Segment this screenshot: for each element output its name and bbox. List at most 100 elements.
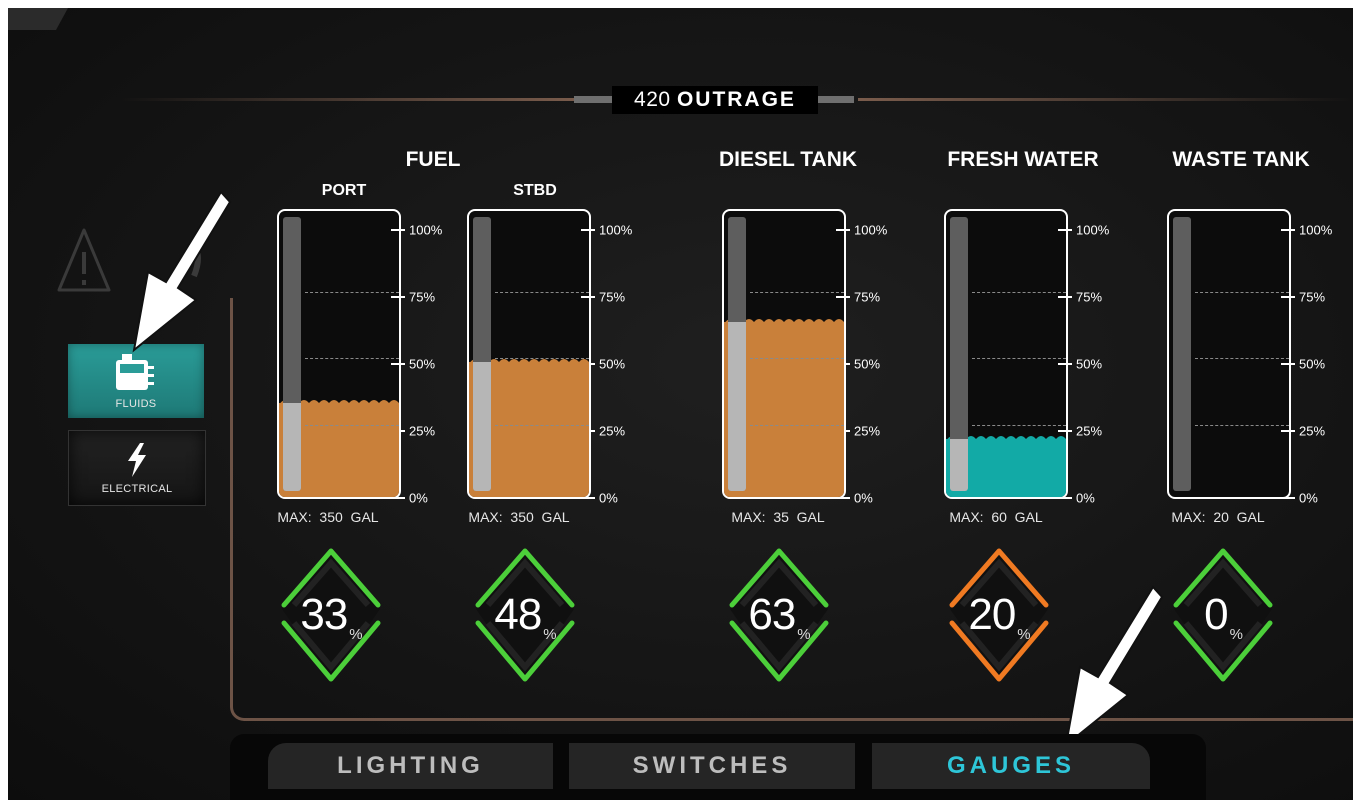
tank-max-capacity: MAX: 35 GAL (731, 509, 825, 525)
tank-scale: 100% 75% 50% 25% 0% (836, 209, 896, 506)
scale-label: 50% (1076, 356, 1103, 372)
level-readout[interactable]: 48% (472, 545, 578, 685)
fluids-label: FLUIDS (115, 398, 157, 410)
percent-symbol: % (543, 626, 556, 643)
percent-symbol: % (349, 626, 362, 643)
scale-label: 75% (1076, 289, 1103, 305)
tank-scale: 100% 75% 50% 25% 0% (581, 209, 641, 506)
tank-5 (1167, 209, 1291, 499)
tank-gridline (972, 291, 1066, 293)
level-value: 33% (278, 590, 384, 643)
level-readout[interactable]: 33% (278, 545, 384, 685)
tank-gridline (495, 358, 589, 359)
annotation-arrow-fluids (132, 190, 232, 353)
tank-level-track-fill (728, 322, 746, 491)
level-value: 48% (472, 590, 578, 643)
tank-2 (467, 209, 591, 499)
scale-label: 100% (1299, 222, 1333, 238)
fuel-group-title: FUEL (405, 148, 461, 171)
scale-label: 25% (1299, 423, 1326, 439)
scale-label: 75% (409, 289, 436, 305)
scale-tick (1281, 430, 1295, 432)
model-number: 420 (634, 88, 671, 111)
electrical-button[interactable]: ELECTRICAL (68, 430, 206, 506)
scale-tick (1281, 363, 1295, 365)
annotation-arrow-gauges (1064, 585, 1164, 748)
scale-label: 25% (1076, 423, 1103, 439)
tab-switches[interactable]: SWITCHES (569, 743, 855, 789)
tab-lighting[interactable]: LIGHTING (268, 743, 553, 789)
scale-tick (581, 497, 595, 499)
level-number: 63 (748, 590, 796, 639)
tank-max-capacity: MAX: 350 GAL (277, 509, 379, 525)
scale-label: 25% (409, 423, 436, 439)
scale-label: 0% (1076, 490, 1095, 506)
tank-gridline (305, 291, 399, 293)
scale-label: 0% (599, 490, 618, 506)
tank-gridline (495, 424, 589, 426)
scale-tick (1058, 363, 1072, 365)
tank-max-capacity: MAX: 60 GAL (949, 509, 1043, 525)
level-value: 0% (1170, 590, 1276, 643)
scale-tick (836, 497, 850, 499)
tank-gridline (305, 424, 399, 426)
title-line-left (118, 98, 578, 101)
title-line-right (858, 98, 1353, 101)
fresh-water-group-title: FRESH WATER (947, 148, 1099, 171)
scale-label: 50% (854, 356, 881, 372)
scale-label: 100% (1076, 222, 1110, 238)
scale-label: 75% (1299, 289, 1326, 305)
level-number: 48 (494, 590, 542, 639)
tank-3 (722, 209, 846, 499)
scale-tick (1281, 229, 1295, 231)
tank-gridline (1195, 291, 1289, 293)
tank-gridline (305, 358, 399, 359)
tank-level-track (1173, 217, 1191, 491)
scale-tick (391, 497, 405, 499)
level-readout[interactable]: 63% (726, 545, 832, 685)
tank-max-capacity: MAX: 20 GAL (1171, 509, 1265, 525)
level-value: 20% (946, 590, 1052, 643)
tank-gridline (495, 291, 589, 293)
port-subtitle: PORT (321, 182, 367, 199)
lightning-bolt-icon (128, 443, 146, 477)
level-number: 0 (1204, 590, 1229, 639)
tank-scale: 100% 75% 50% 25% 0% (391, 209, 451, 506)
tank-level-track-fill (950, 439, 968, 491)
tank-gridline (750, 424, 844, 426)
scale-tick (581, 229, 595, 231)
tank-scale: 100% 75% 50% 25% 0% (1281, 209, 1341, 506)
tank-gridline (750, 358, 844, 359)
scale-label: 100% (409, 222, 443, 238)
tab-gauges[interactable]: GAUGES (872, 743, 1150, 789)
level-readout[interactable]: 20% (946, 545, 1052, 685)
scale-label: 25% (599, 423, 626, 439)
level-readout[interactable]: 0% (1170, 545, 1276, 685)
scale-tick (836, 296, 850, 298)
scale-label: 50% (409, 356, 436, 372)
scale-tick (1281, 497, 1295, 499)
tank-gridline (750, 291, 844, 293)
scale-label: 0% (1299, 490, 1318, 506)
scale-tick (1058, 296, 1072, 298)
tank-1 (277, 209, 401, 499)
tank-gridline (1195, 424, 1289, 426)
scale-tick (1058, 497, 1072, 499)
scale-tick (391, 229, 405, 231)
tank-4 (944, 209, 1068, 499)
corner-tab[interactable] (8, 8, 68, 30)
tank-gridline (972, 424, 1066, 426)
title-accent-right (816, 96, 854, 103)
scale-label: 75% (599, 289, 626, 305)
scale-label: 25% (854, 423, 881, 439)
level-number: 20 (968, 590, 1016, 639)
electrical-label: ELECTRICAL (101, 483, 173, 495)
page-title: 420 OUTRAGE (612, 86, 818, 114)
stbd-subtitle: STBD (513, 182, 557, 199)
scale-label: 0% (409, 490, 428, 506)
tank-gridline (972, 358, 1066, 359)
tank-level-track-fill (473, 362, 491, 491)
scale-tick (1281, 296, 1295, 298)
waste-group-title: WASTE TANK (1172, 148, 1310, 171)
percent-symbol: % (1017, 626, 1030, 643)
